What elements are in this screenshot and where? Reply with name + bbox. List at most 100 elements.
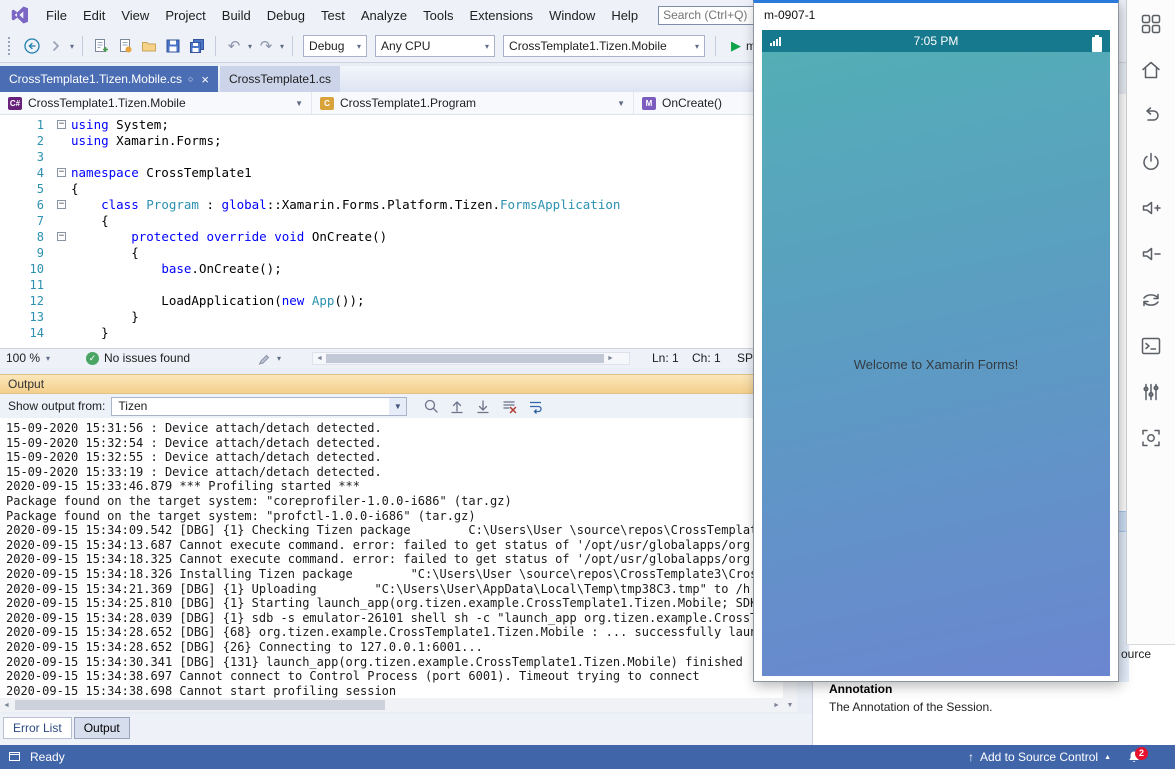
control-panel-icon[interactable]: [1135, 376, 1167, 408]
code-line-13: 13 }: [0, 309, 812, 325]
phone-screen[interactable]: Welcome to Xamarin Forms!: [762, 52, 1110, 676]
class-icon: C: [320, 97, 334, 110]
output-horizontal-scrollbar[interactable]: ◄ ►: [0, 698, 783, 712]
project-dropdown[interactable]: C#CrossTemplate1.Tizen.Mobile ▼: [0, 92, 312, 114]
code-text: LoadApplication(new App());: [71, 293, 365, 309]
notifications-button[interactable]: 2: [1127, 750, 1141, 765]
redo-dropdown-caret-icon[interactable]: ▾: [280, 42, 284, 51]
menu-file[interactable]: File: [38, 5, 75, 26]
save-icon[interactable]: [162, 35, 184, 57]
navigate-forward-icon[interactable]: [45, 35, 67, 57]
fold-gutter: [53, 277, 71, 293]
startup-project-dropdown[interactable]: CrossTemplate1.Tizen.Mobile▾: [503, 35, 705, 57]
navigate-back-icon[interactable]: [21, 35, 43, 57]
code-cleanup-button[interactable]: ▾: [256, 351, 282, 366]
zoom-dropdown[interactable]: 100 % ▾: [6, 351, 51, 365]
redo-icon[interactable]: ↷: [255, 35, 277, 57]
open-file-icon[interactable]: [138, 35, 160, 57]
startup-project-value: CrossTemplate1.Tizen.Mobile: [509, 39, 667, 53]
menu-build[interactable]: Build: [214, 5, 259, 26]
fold-collapse-icon[interactable]: −: [57, 200, 66, 209]
navigate-dropdown-caret-icon[interactable]: ▾: [70, 42, 74, 51]
shell-icon[interactable]: [1135, 330, 1167, 362]
tab-crosstemplate1-tizen-mobile-cs[interactable]: CrossTemplate1.Tizen.Mobile.cs○×: [0, 66, 218, 92]
volume-down-icon[interactable]: [1135, 238, 1167, 270]
scrollbar-thumb[interactable]: [326, 354, 604, 363]
code-editor[interactable]: 1−using System;2using Xamarin.Forms;34−n…: [0, 115, 812, 348]
tab-crosstemplate1-cs[interactable]: CrossTemplate1.cs: [220, 66, 340, 92]
previous-message-icon[interactable]: [447, 396, 467, 416]
scrollbar-thumb[interactable]: [15, 700, 385, 710]
fold-collapse-icon[interactable]: −: [57, 232, 66, 241]
save-all-icon[interactable]: [186, 35, 208, 57]
new-project-icon[interactable]: [90, 35, 112, 57]
scroll-right-icon[interactable]: ►: [604, 355, 617, 362]
clear-all-icon[interactable]: [499, 396, 519, 416]
type-dropdown[interactable]: CCrossTemplate1.Program ▼: [312, 92, 634, 114]
output-toolbar: Show output from: Tizen ▼: [0, 394, 797, 418]
notification-count-badge: 2: [1135, 747, 1148, 760]
chevron-up-icon[interactable]: ▲: [1104, 754, 1111, 761]
add-to-source-control-button[interactable]: Add to Source Control: [980, 750, 1098, 764]
scroll-down-icon[interactable]: ▼: [783, 698, 797, 712]
screenshot-icon[interactable]: [1135, 422, 1167, 454]
menu-extensions[interactable]: Extensions: [461, 5, 541, 26]
csharp-project-icon: C#: [8, 97, 22, 110]
undo-icon[interactable]: ↶: [223, 35, 245, 57]
multi-window-icon[interactable]: [1135, 8, 1167, 40]
line-number: 11: [0, 277, 53, 293]
quick-search-box[interactable]: [658, 6, 754, 25]
menu-analyze[interactable]: Analyze: [353, 5, 415, 26]
configuration-value: Debug: [309, 39, 344, 53]
menu-help[interactable]: Help: [603, 5, 646, 26]
tool-tab-error-list[interactable]: Error List: [3, 717, 72, 739]
background-tasks-icon[interactable]: [8, 749, 22, 766]
code-line-2: 2using Xamarin.Forms;: [0, 133, 812, 149]
configuration-dropdown[interactable]: Debug▾: [303, 35, 367, 57]
output-source-dropdown[interactable]: Tizen ▼: [111, 397, 407, 416]
output-log-line: 2020-09-15 15:34:09.542 [DBG] {1} Checki…: [6, 523, 783, 538]
menu-window[interactable]: Window: [541, 5, 603, 26]
word-wrap-icon[interactable]: [525, 396, 545, 416]
fold-gutter: [53, 325, 71, 341]
output-log-line: 15-09-2020 15:32:54 : Device attach/deta…: [6, 436, 783, 451]
fold-collapse-icon[interactable]: −: [57, 120, 66, 129]
toolbar-grip[interactable]: [8, 37, 15, 55]
menu-test[interactable]: Test: [313, 5, 353, 26]
undo-dropdown-caret-icon[interactable]: ▾: [248, 42, 252, 51]
platform-dropdown[interactable]: Any CPU▾: [375, 35, 495, 57]
editor-horizontal-scrollbar[interactable]: ◄ ►: [312, 352, 630, 365]
line-number: 13: [0, 309, 53, 325]
menu-edit[interactable]: Edit: [75, 5, 113, 26]
code-text: using Xamarin.Forms;: [71, 133, 222, 149]
add-item-icon[interactable]: [114, 35, 136, 57]
code-text: {: [71, 213, 109, 229]
menu-view[interactable]: View: [113, 5, 157, 26]
scroll-right-icon[interactable]: ►: [770, 702, 783, 709]
tool-tab-output[interactable]: Output: [74, 717, 130, 739]
next-message-icon[interactable]: [473, 396, 493, 416]
menu-debug[interactable]: Debug: [259, 5, 313, 26]
emulator-title-bar[interactable]: m-0907-1: [754, 3, 1118, 27]
home-icon[interactable]: [1135, 54, 1167, 86]
close-icon[interactable]: ×: [201, 72, 209, 87]
menu-tools[interactable]: Tools: [415, 5, 461, 26]
output-log-line: 2020-09-15 15:34:28.039 [DBG] {1} sdb -s…: [6, 611, 783, 626]
rotate-icon[interactable]: [1135, 284, 1167, 316]
output-log[interactable]: 15-09-2020 15:31:56 : Device attach/deta…: [0, 418, 783, 698]
volume-up-icon[interactable]: [1135, 192, 1167, 224]
search-input[interactable]: [658, 6, 754, 25]
power-icon[interactable]: [1135, 146, 1167, 178]
visual-studio-window: FileEditViewProjectBuildDebugTestAnalyze…: [0, 0, 1175, 769]
fold-collapse-icon[interactable]: −: [57, 168, 66, 177]
output-log-line: Package found on the target system: "cor…: [6, 494, 783, 509]
issues-indicator[interactable]: ✓ No issues found: [86, 351, 190, 365]
code-text: }: [71, 309, 139, 325]
scroll-left-icon[interactable]: ◄: [0, 702, 13, 709]
output-panel-header[interactable]: Output: [0, 374, 797, 394]
scroll-left-icon[interactable]: ◄: [313, 355, 326, 362]
back-icon[interactable]: [1135, 100, 1167, 132]
welcome-text: Welcome to Xamarin Forms!: [854, 357, 1018, 372]
find-message-icon[interactable]: [421, 396, 441, 416]
menu-project[interactable]: Project: [157, 5, 213, 26]
